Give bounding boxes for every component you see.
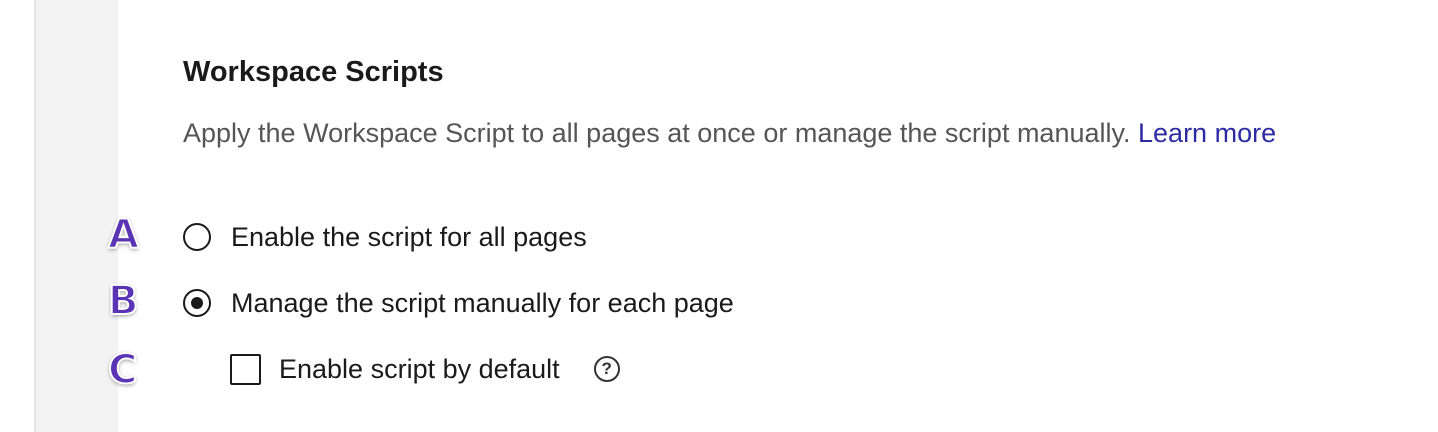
checkbox-enable-by-default[interactable] (230, 353, 261, 385)
section-title: Workspace Scripts (183, 56, 444, 88)
annotation-marker-a: A (107, 212, 140, 258)
option-manual[interactable]: Manage the script manually for each page (183, 286, 734, 320)
help-icon[interactable]: ? (593, 356, 620, 382)
option-manual-label: Manage the script manually for each page (231, 287, 734, 318)
option-all-pages[interactable]: Enable the script for all pages (183, 220, 587, 254)
settings-page: Workspace Scripts Apply the Workspace Sc… (0, 0, 1438, 432)
description-text: Apply the Workspace Script to all pages … (183, 118, 1131, 148)
annotation-marker-c: C (107, 347, 138, 393)
learn-more-link[interactable]: Learn more (1138, 118, 1276, 148)
option-default-enable-label: Enable script by default (279, 353, 560, 384)
section-description: Apply the Workspace Script to all pages … (183, 118, 1276, 149)
option-default-enable[interactable]: Enable script by default ? (230, 352, 620, 386)
radio-all-pages[interactable] (183, 223, 211, 251)
sidebar-rail (34, 0, 118, 432)
radio-manual[interactable] (183, 289, 211, 317)
left-gutter (0, 0, 36, 432)
option-all-pages-label: Enable the script for all pages (231, 221, 587, 252)
annotation-marker-b: B (107, 278, 139, 324)
